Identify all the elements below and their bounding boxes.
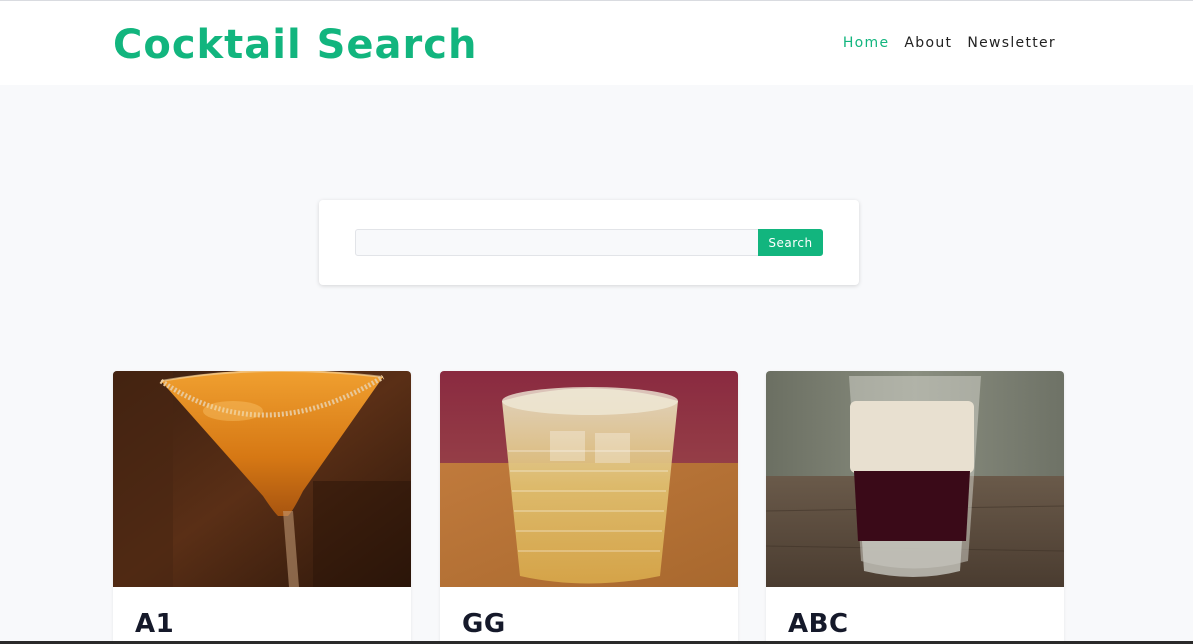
site-header: Cocktail Search Home About Newsletter bbox=[0, 1, 1193, 85]
cocktail-name[interactable]: GG bbox=[462, 609, 506, 639]
cocktail-image-abc[interactable] bbox=[766, 371, 1064, 587]
site-logo[interactable]: Cocktail Search bbox=[113, 21, 477, 69]
nav-newsletter-link[interactable]: Newsletter bbox=[967, 35, 1056, 51]
search-button[interactable]: Search bbox=[758, 229, 823, 256]
search-form: Search bbox=[319, 200, 859, 285]
cocktail-name[interactable]: A1 bbox=[135, 609, 174, 639]
cocktail-image-gg[interactable] bbox=[440, 371, 738, 587]
search-input[interactable] bbox=[355, 229, 759, 256]
main-nav: Home About Newsletter bbox=[828, 35, 1056, 51]
cocktail-card[interactable]: ABC bbox=[766, 371, 1064, 644]
nav-home-link[interactable]: Home bbox=[843, 35, 890, 51]
cocktail-card[interactable]: A1 bbox=[113, 371, 411, 644]
nav-about-link[interactable]: About bbox=[904, 35, 952, 51]
cocktail-image-a1[interactable] bbox=[113, 371, 411, 587]
cocktail-name[interactable]: ABC bbox=[788, 609, 849, 639]
cocktail-card[interactable]: GG bbox=[440, 371, 738, 644]
